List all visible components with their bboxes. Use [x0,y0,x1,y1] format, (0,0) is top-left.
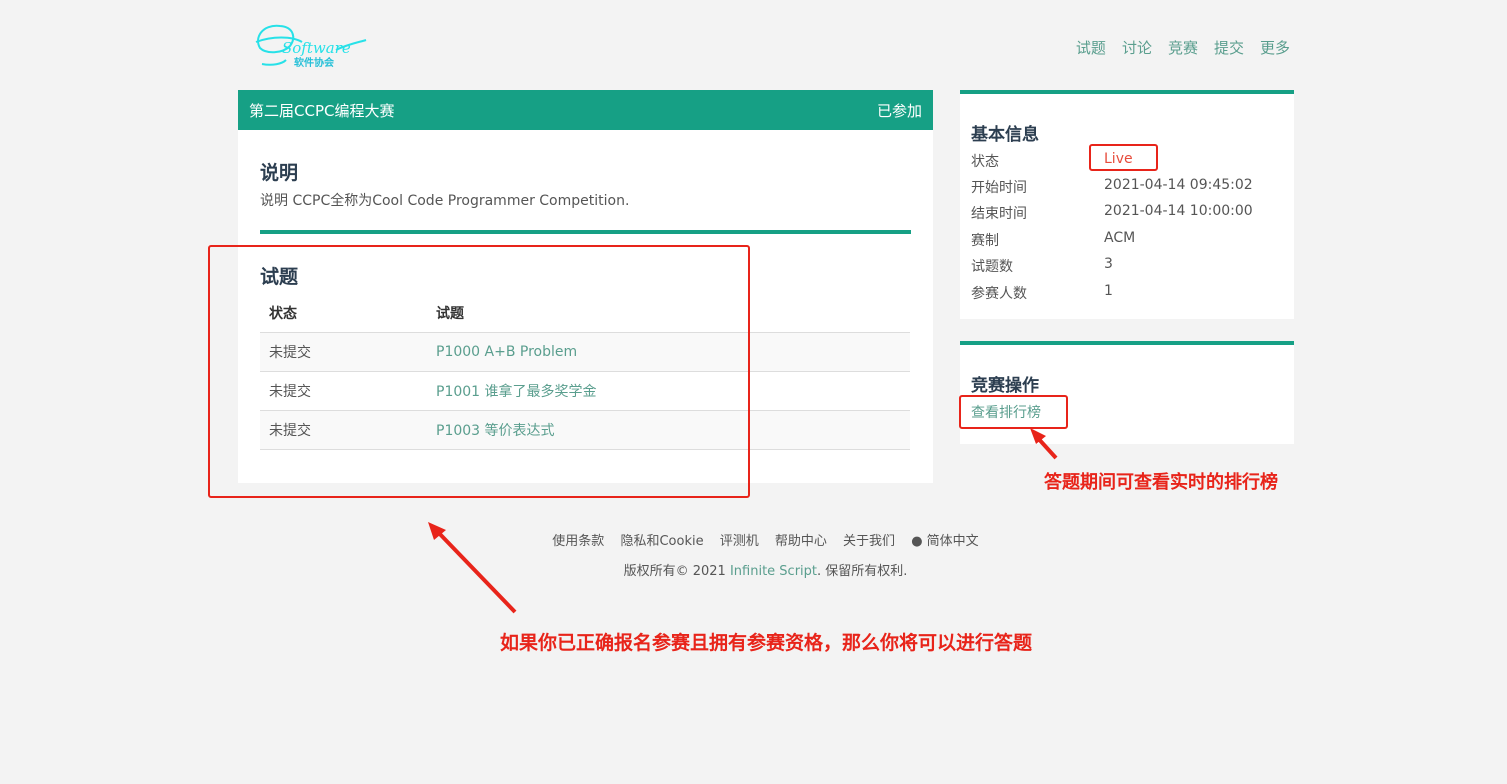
ranking-annotation-text: 答题期间可查看实时的排行榜 [1044,472,1278,493]
arrow-to-problems [428,522,517,614]
arrow-to-ranking [1030,428,1058,460]
problems-annotation-text: 如果你已正确报名参赛且拥有参赛资格，那么你将可以进行答题 [500,632,1033,654]
annotation-arrows [428,428,1058,614]
